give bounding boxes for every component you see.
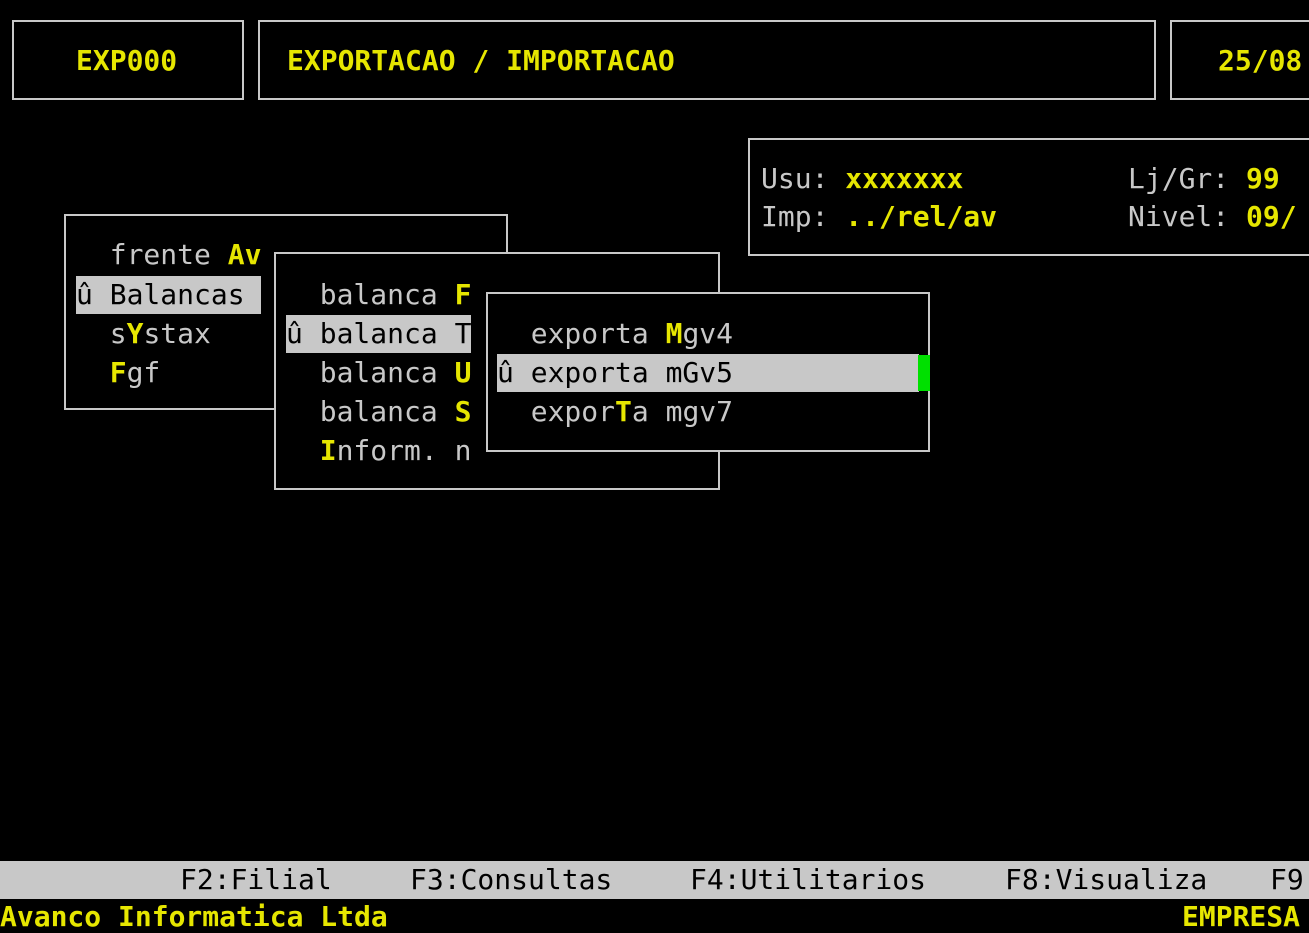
nivel-row: Nivel: 09/ [1128,198,1297,236]
nivel-label: Nivel: [1128,200,1247,233]
empresa-label: EMPRESA [1182,900,1301,933]
imp-row: Imp: ../rel/av [761,198,997,236]
fkey-f9[interactable]: F9 [1270,861,1304,899]
text-cursor [918,355,930,391]
menu2-item-balanca-s[interactable]: balanca S [286,393,472,431]
menu2-item-balanca-f[interactable]: balanca F [286,276,472,314]
usu-label: Usu: [761,162,846,195]
menu2-item-balanca-t[interactable]: û balanca T [286,315,472,353]
imp-value: ../rel/av [845,200,998,233]
menu3-item-mgv5[interactable]: û exporta mGv5 [497,354,919,392]
usu-row: Usu: xxxxxxx [761,160,963,198]
program-code: EXP000 [76,44,178,77]
menu1-item-fgf[interactable]: Fgf [76,354,161,392]
menu2-item-balanca-u[interactable]: balanca U [286,354,472,392]
lj-label: Lj/Gr: [1128,162,1247,195]
menu1-item-balancas[interactable]: û Balancas [76,276,262,314]
header-date: 25/08 [1218,44,1303,77]
page-title: EXPORTACAO / IMPORTACAO [287,44,675,77]
menu2-item-inform[interactable]: Inform. n [286,432,472,470]
company-name: Avanco Informatica Ltda [0,900,388,933]
usu-value: xxxxxxx [845,162,964,195]
lj-row: Lj/Gr: 99 [1128,160,1280,198]
fkey-f4-utilitarios[interactable]: F4:Utilitarios [690,861,926,899]
fkey-f2-filial[interactable]: F2:Filial [180,861,332,899]
menu3-item-mgv4[interactable]: exporta Mgv4 [497,315,733,353]
lj-value: 99 [1246,162,1280,195]
fkey-f8-visualiza[interactable]: F8:Visualiza [1005,861,1207,899]
menu3-item-mgv7[interactable]: exporTa mgv7 [497,393,733,431]
menu1-item-frente[interactable]: frente Av [76,236,262,274]
imp-label: Imp: [761,200,846,233]
nivel-value: 09/ [1246,200,1297,233]
fkey-f3-consultas[interactable]: F3:Consultas [410,861,612,899]
menu1-item-systax[interactable]: sYstax [76,315,211,353]
